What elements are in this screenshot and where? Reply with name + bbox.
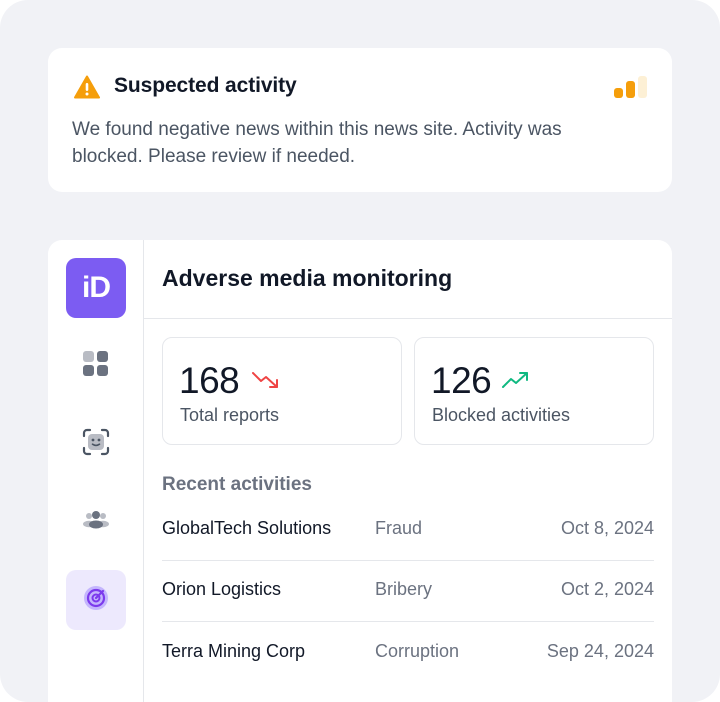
recent-activities-heading: Recent activities xyxy=(162,474,312,495)
alert-message: We found negative news within this news … xyxy=(72,119,562,167)
activity-row[interactable]: Orion Logistics Bribery Oct 2, 2024 xyxy=(162,571,654,609)
sidebar-item-monitoring[interactable] xyxy=(66,570,126,630)
sidebar-item-dashboard[interactable] xyxy=(66,336,126,396)
activity-type: Corruption xyxy=(375,641,460,661)
activity-company: Terra Mining Corp xyxy=(162,641,306,661)
activity-company: Orion Logistics xyxy=(162,579,282,599)
app-logo[interactable]: iD xyxy=(66,258,126,318)
alert-title: Suspected activity xyxy=(114,74,297,97)
signal-strength-icon xyxy=(614,76,650,105)
app-frame: Suspected activity We found negative new… xyxy=(0,0,720,702)
activity-company: GlobalTech Solutions xyxy=(162,518,332,538)
activity-date: Oct 2, 2024 xyxy=(560,579,654,599)
logo-text: iD xyxy=(82,271,111,304)
stat-value: 168 xyxy=(179,360,240,401)
warning-triangle-icon xyxy=(74,75,100,104)
activity-row[interactable]: GlobalTech Solutions Fraud Oct 8, 2024 xyxy=(162,510,654,548)
radar-icon xyxy=(82,584,110,617)
row-divider xyxy=(162,621,654,622)
trend-up-icon xyxy=(501,370,531,395)
stat-card-blocked-activities[interactable]: 126 Blocked activities xyxy=(414,337,654,445)
activity-row[interactable]: Terra Mining Corp Corruption Sep 24, 202… xyxy=(162,633,654,671)
sidebar-item-face-scan[interactable] xyxy=(66,414,126,474)
stat-value: 126 xyxy=(431,360,492,401)
stat-label: Total reports xyxy=(180,405,280,425)
sidebar-item-users[interactable] xyxy=(66,492,126,552)
face-scan-icon xyxy=(82,428,110,461)
header-divider xyxy=(144,318,672,319)
trend-down-icon xyxy=(251,370,281,395)
stat-card-total-reports[interactable]: 168 Total reports xyxy=(162,337,402,445)
users-icon xyxy=(82,506,110,539)
page-title: Adverse media monitoring xyxy=(162,265,453,291)
activity-date: Sep 24, 2024 xyxy=(546,641,654,661)
dashboard-grid-icon xyxy=(82,350,110,383)
activity-date: Oct 8, 2024 xyxy=(560,518,654,538)
stat-label: Blocked activities xyxy=(432,405,571,425)
sidebar-divider xyxy=(143,240,144,702)
activity-type: Fraud xyxy=(375,518,423,538)
activity-type: Bribery xyxy=(375,579,433,599)
row-divider xyxy=(162,560,654,561)
